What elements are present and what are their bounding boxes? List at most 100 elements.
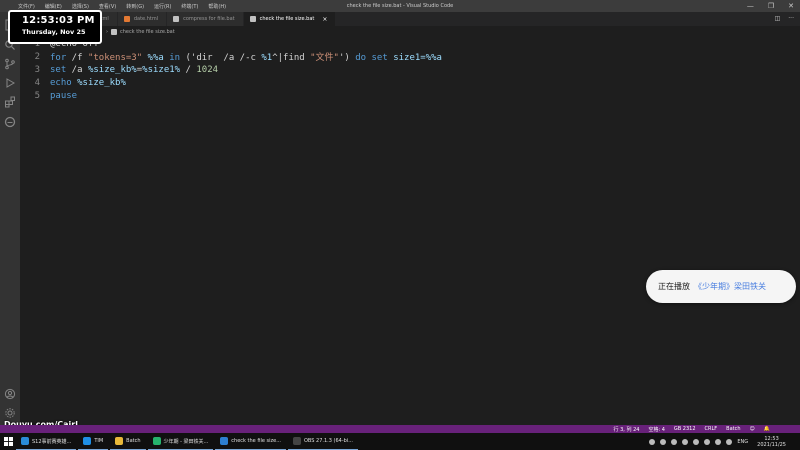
taskbar-app[interactable]: check the file size...: [215, 433, 286, 450]
line-number: 4: [34, 77, 40, 88]
editor-actions: ◫ ···: [775, 15, 794, 22]
app-icon: [115, 437, 124, 445]
file-type-icon: [173, 16, 180, 22]
code-token: "tokens=3": [87, 53, 143, 63]
code-token: ('dir /a /-c: [180, 53, 262, 63]
tab-label: compress for file.bat: [183, 16, 235, 22]
app-icon: [21, 437, 29, 445]
account-icon[interactable]: [3, 387, 17, 401]
settings-gear-icon[interactable]: [3, 406, 17, 420]
app-icon: [83, 437, 92, 445]
window-controls: — ❐ ✕: [747, 0, 794, 12]
tab-label: check the file size.bat: [259, 16, 315, 22]
status-item[interactable]: 空格: 4: [648, 426, 664, 433]
editor-tab[interactable]: date.html: [117, 12, 168, 26]
clock-time: 12:53:03 PM: [22, 15, 95, 26]
app-icon: [293, 437, 301, 445]
extensions-icon[interactable]: [3, 95, 17, 109]
menu-item[interactable]: 运行(R): [154, 3, 171, 10]
status-item[interactable]: ☺: [750, 426, 755, 432]
windows-start-icon[interactable]: [0, 433, 16, 450]
title-bar: 文件(F) 编辑(E) 选择(S) 查看(V) 转到(G) 运行(R) 终端(T) 帮助(H)…: [0, 0, 800, 12]
code-text: set /a %size_kb%=%size1% / 1024: [50, 65, 218, 75]
breadcrumb-file[interactable]: check the file size.bat: [120, 29, 175, 35]
minimize-button[interactable]: —: [747, 2, 754, 10]
editor-tab[interactable]: check the file size.bat ×: [243, 12, 337, 26]
menu-item[interactable]: 编辑(E): [45, 3, 62, 10]
code-token: set: [371, 53, 388, 63]
taskbar-app-label: Batch: [126, 438, 141, 444]
status-item[interactable]: CRLF: [705, 426, 718, 432]
now-playing-label: 正在播放: [658, 282, 690, 291]
run-debug-icon[interactable]: [3, 76, 17, 90]
tray-app-icon[interactable]: [660, 438, 667, 445]
bat-file-icon: [111, 28, 117, 35]
taskbar-app[interactable]: S12事前赛英雄...: [16, 433, 77, 450]
clock-overlay: 12:53:03 PM Thursday, Nov 25: [8, 10, 102, 44]
menu-item[interactable]: 终端(T): [181, 3, 198, 10]
volume-icon[interactable]: [726, 438, 733, 445]
tray-app-icon[interactable]: [671, 438, 678, 445]
clock-date: Thursday, Nov 25: [22, 28, 86, 36]
menu-item[interactable]: 文件(F): [18, 3, 35, 10]
status-item[interactable]: 行 3, 列 24: [614, 426, 640, 433]
edge-icon[interactable]: [3, 115, 17, 129]
code-token: echo: [50, 77, 72, 88]
line-number: 2: [34, 51, 40, 62]
code-token: pause: [50, 90, 78, 101]
code-line[interactable]: 3 set /a %size_kb%=%size1% / 1024: [20, 63, 800, 76]
menu-item[interactable]: 转到(G): [126, 3, 144, 10]
tray-app-icon[interactable]: [704, 438, 711, 445]
status-bar: 行 3, 列 24 空格: 4 GB 2312 CRLF Batch ☺ 🔔: [0, 425, 800, 433]
code-token: '): [338, 53, 356, 63]
taskbar-app[interactable]: OBS 27.1.3 (64-bi...: [288, 433, 358, 450]
now-playing-song: 《少年期》梁田铁关: [694, 282, 766, 291]
tab-label: date.html: [133, 16, 159, 22]
file-type-icon: [249, 16, 256, 22]
tray-app-icon[interactable]: [682, 438, 689, 445]
code-token: %size_kb%: [71, 77, 126, 88]
source-control-icon[interactable]: [3, 57, 17, 71]
tray-app-icon[interactable]: [693, 438, 700, 445]
code-text: echo %size_kb%: [50, 78, 126, 88]
taskbar-app[interactable]: Batch: [110, 433, 146, 450]
system-tray: ENG 12:53 2021/11/25: [649, 433, 786, 450]
maximize-button[interactable]: ❐: [768, 2, 774, 10]
taskbar-app-label: TIM: [94, 438, 104, 444]
input-language[interactable]: ENG: [737, 439, 748, 445]
code-token: /f: [66, 53, 88, 63]
code-token: /a: [66, 64, 88, 75]
editor-tab[interactable]: compress for file.bat: [167, 12, 244, 26]
close-button[interactable]: ✕: [788, 2, 794, 10]
now-playing-toast: 正在播放 《少年期》梁田铁关: [646, 270, 796, 303]
taskbar-clock[interactable]: 12:53 2021/11/25: [757, 436, 786, 448]
menu-item[interactable]: 选择(S): [72, 3, 89, 10]
code-token: for: [50, 53, 67, 63]
code-token: %size_kb%: [87, 64, 137, 75]
code-token: in: [169, 53, 181, 63]
code-line[interactable]: 5 pause: [20, 89, 800, 102]
status-item[interactable]: Batch: [726, 426, 740, 432]
code-line[interactable]: 2 for /f "tokens=3" %%a in ('dir /a /-c %…: [20, 50, 800, 64]
file-type-icon: [123, 16, 130, 22]
network-icon[interactable]: [715, 438, 722, 445]
app-icon: [220, 437, 229, 445]
status-item[interactable]: GB 2312: [674, 426, 696, 432]
code-line[interactable]: 4 echo %size_kb%: [20, 76, 800, 89]
menu-item[interactable]: 查看(V): [99, 3, 116, 10]
code-line[interactable]: 1@echo off: [20, 37, 800, 50]
menu-item[interactable]: 帮助(H): [208, 3, 226, 10]
code-token: set: [50, 64, 67, 75]
split-editor-icon[interactable]: ◫: [775, 15, 781, 22]
taskbar-app[interactable]: TIM: [78, 433, 109, 450]
taskbar-app[interactable]: 少年期 - 梁田铁关...: [147, 433, 214, 450]
tray-app-icon[interactable]: [649, 438, 656, 445]
tab-close-icon[interactable]: ×: [322, 16, 327, 23]
code-editor[interactable]: 1@echo off2 for /f "tokens=3" %%a in ('di…: [20, 37, 800, 425]
status-item[interactable]: 🔔: [764, 426, 770, 432]
menu-bar: 文件(F) 编辑(E) 选择(S) 查看(V) 转到(G) 运行(R) 终端(T) 帮助(H): [0, 3, 226, 10]
taskbar-app-label: OBS 27.1.3 (64-bi...: [304, 438, 353, 444]
code-token: ^|find: [272, 53, 311, 63]
more-actions-icon[interactable]: ···: [788, 15, 794, 22]
app-icon: [152, 437, 161, 445]
